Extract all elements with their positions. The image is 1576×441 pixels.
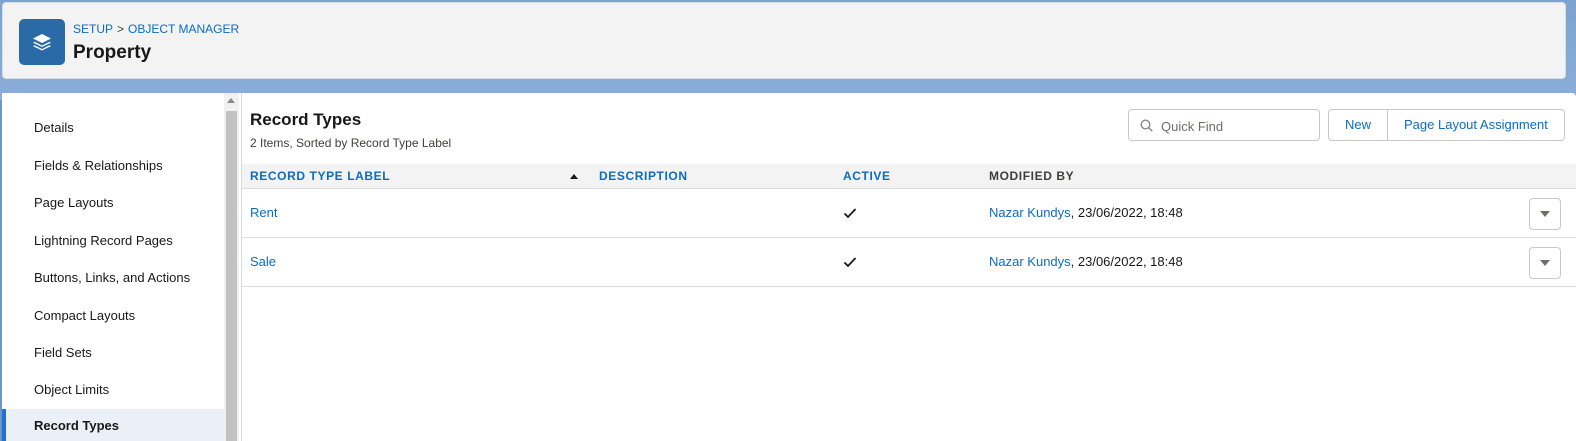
column-header-active[interactable]: ACTIVE	[843, 164, 891, 189]
sidebar-item-lightning-record-pages[interactable]: Lightning Record Pages	[2, 224, 224, 258]
sidebar: Details Fields & Relationships Page Layo…	[2, 93, 224, 441]
breadcrumb-separator: >	[117, 22, 125, 36]
modified-by-user-link[interactable]: Nazar Kundys	[989, 205, 1071, 220]
row-actions-button[interactable]	[1529, 198, 1561, 230]
page-header: SETUP > OBJECT MANAGER Property	[2, 2, 1566, 79]
page-layout-assignment-button[interactable]: Page Layout Assignment	[1387, 110, 1564, 140]
table-row: Rent Nazar Kundys, 23/06/2022, 18:48	[242, 189, 1576, 238]
sort-ascending-icon	[570, 174, 578, 179]
quick-find-field[interactable]	[1128, 109, 1320, 141]
column-header-modified-by: MODIFIED BY	[989, 169, 1075, 183]
record-type-link[interactable]: Rent	[250, 189, 277, 237]
breadcrumb: SETUP > OBJECT MANAGER	[73, 22, 239, 36]
modified-date: , 23/06/2022, 18:48	[1070, 254, 1183, 269]
section-subtitle: 2 Items, Sorted by Record Type Label	[250, 136, 452, 150]
column-header-description[interactable]: DESCRIPTION	[599, 164, 688, 189]
main-panel: Record Types 2 Items, Sorted by Record T…	[241, 93, 1576, 441]
section-title: Record Types	[250, 110, 362, 129]
quick-find-input[interactable]	[1161, 116, 1311, 136]
sidebar-item-details[interactable]: Details	[2, 111, 224, 145]
layers-icon	[19, 19, 65, 65]
breadcrumb-setup[interactable]: SETUP	[73, 22, 113, 36]
sidebar-item-object-limits[interactable]: Object Limits	[2, 373, 224, 407]
modified-date: , 23/06/2022, 18:48	[1070, 205, 1183, 220]
sidebar-item-fields-relationships[interactable]: Fields & Relationships	[2, 149, 224, 183]
sidebar-scrollbar[interactable]	[224, 93, 239, 441]
row-actions-button[interactable]	[1529, 247, 1561, 279]
scrollbar-thumb[interactable]	[226, 111, 237, 441]
sidebar-item-buttons-links-actions[interactable]: Buttons, Links, and Actions	[2, 261, 224, 295]
modified-by-user-link[interactable]: Nazar Kundys	[989, 254, 1071, 269]
chevron-down-icon	[1540, 260, 1550, 266]
modified-by-cell: Nazar Kundys, 23/06/2022, 18:48	[989, 238, 1183, 286]
search-icon	[1140, 119, 1153, 132]
new-button[interactable]: New	[1329, 110, 1388, 140]
sidebar-item-field-sets[interactable]: Field Sets	[2, 336, 224, 370]
breadcrumb-object-manager[interactable]: OBJECT MANAGER	[128, 22, 239, 36]
page-title: Property	[73, 42, 152, 63]
action-button-group: New Page Layout Assignment	[1328, 109, 1565, 141]
chevron-down-icon	[1540, 211, 1550, 217]
checkmark-icon	[843, 208, 857, 219]
checkmark-icon	[843, 257, 857, 268]
sidebar-item-page-layouts[interactable]: Page Layouts	[2, 186, 224, 220]
modified-by-cell: Nazar Kundys, 23/06/2022, 18:48	[989, 189, 1183, 237]
column-header-record-type-label[interactable]: RECORD TYPE LABEL	[250, 164, 390, 189]
sidebar-item-record-types[interactable]: Record Types	[2, 409, 224, 441]
content-panel: Details Fields & Relationships Page Layo…	[2, 93, 1576, 441]
table-header: RECORD TYPE LABEL DESCRIPTION ACTIVE MOD…	[242, 164, 1576, 189]
table-row: Sale Nazar Kundys, 23/06/2022, 18:48	[242, 238, 1576, 287]
record-type-link[interactable]: Sale	[250, 238, 276, 286]
sidebar-item-compact-layouts[interactable]: Compact Layouts	[2, 299, 224, 333]
scroll-up-icon[interactable]	[227, 98, 235, 103]
